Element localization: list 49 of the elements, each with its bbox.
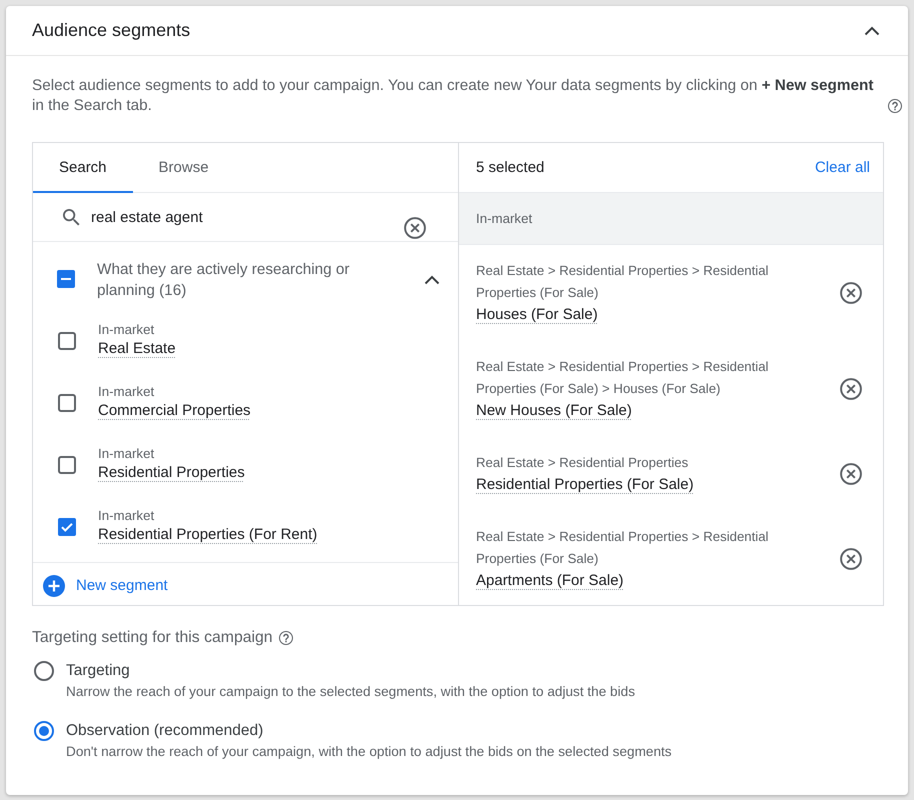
segment-name: Houses (For Sale) [476, 305, 598, 325]
category-label: In-market [476, 211, 532, 226]
segment-name: Residential Properties (For Rent) [98, 525, 318, 545]
checkbox[interactable] [58, 394, 76, 412]
help-icon[interactable] [888, 99, 902, 113]
segment-path: Real Estate > Residential Properties [476, 454, 688, 472]
close-circle-icon[interactable] [840, 548, 862, 570]
tab[interactable]: Search [33, 143, 133, 193]
close-circle-icon[interactable] [840, 463, 862, 485]
category-label: What they are actively researching or planning (16) [97, 260, 351, 301]
segment-type-label: In-market [98, 322, 154, 338]
segment-path: Real Estate > Residential Properties > Residential Properties (For Sale) > Houses (For Sale) [476, 358, 770, 398]
search-input[interactable]: real estate agent [91, 208, 371, 226]
segment-type-label: In-market [98, 446, 154, 462]
description-text: Select audience segments to add to your campaign. You can create new Your data segments by clicking on + New segment in the Search tab. [32, 76, 874, 116]
section-title: Audience segments [32, 20, 190, 41]
segment-path: Real Estate > Residential Properties > Residential Properties (For Sale) [476, 528, 770, 568]
clear-all-link[interactable]: Clear all [814, 159, 870, 176]
chevron-up-icon[interactable] [864, 26, 880, 36]
checkbox[interactable] [58, 456, 76, 474]
targeting-heading: Targeting setting for this campaign [32, 628, 273, 648]
segment-name: Residential Properties (For Sale) [476, 475, 694, 495]
option-label: Targeting [66, 661, 130, 681]
segment-path: Real Estate > Residential Properties > Residential Properties (For Sale) [476, 262, 770, 302]
radio-button[interactable] [34, 721, 54, 741]
help-icon[interactable] [278, 631, 293, 645]
new-segment-button[interactable]: New segment [43, 574, 168, 596]
checkbox[interactable] [57, 270, 75, 288]
chevron-up-icon[interactable] [424, 275, 440, 285]
selected-count: 5 selected [476, 159, 544, 176]
segment-type-label: In-market [98, 384, 154, 400]
segment-name: New Houses (For Sale) [476, 401, 632, 421]
close-circle-icon[interactable] [840, 378, 862, 400]
checkbox[interactable] [58, 332, 76, 350]
search-icon[interactable] [63, 208, 80, 226]
close-circle-icon[interactable] [404, 217, 426, 239]
segment-name: Apartments (For Sale) [476, 571, 624, 591]
checkbox[interactable] [58, 518, 76, 536]
plus-circle-icon [43, 574, 65, 596]
option-description: Don't narrow the reach of your campaign, with the option to adjust the bids on the selected segments [66, 743, 672, 761]
segment-name: Residential Properties [98, 463, 245, 483]
segment-name: Real Estate [98, 339, 176, 359]
segment-name: Commercial Properties [98, 401, 251, 421]
tab[interactable]: Browse [132, 143, 235, 193]
option-label: Observation (recommended) [66, 721, 264, 741]
radio-button[interactable] [34, 661, 54, 681]
segment-type-label: In-market [98, 508, 154, 524]
option-description: Narrow the reach of your campaign to the selected segments, with the option to adjust the bids [66, 683, 635, 701]
close-circle-icon[interactable] [840, 282, 862, 304]
